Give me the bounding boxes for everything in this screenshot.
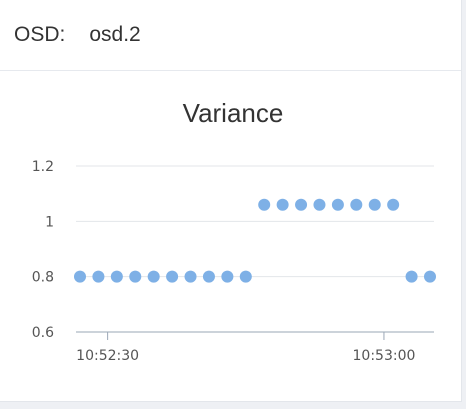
data-point bbox=[92, 270, 105, 283]
y-tick-label: 1.2 bbox=[32, 159, 54, 175]
data-point bbox=[313, 198, 326, 211]
data-point bbox=[331, 198, 344, 211]
data-point bbox=[387, 198, 400, 211]
data-point bbox=[276, 198, 289, 211]
data-point bbox=[405, 270, 418, 283]
y-axis-ticks: 0.6 0.8 1 1.2 bbox=[32, 159, 54, 341]
x-tick-label: 10:53:00 bbox=[353, 348, 416, 364]
data-point bbox=[184, 270, 197, 283]
data-point bbox=[424, 270, 436, 283]
x-tick-label: 10:52:30 bbox=[76, 348, 139, 364]
data-point bbox=[166, 270, 179, 283]
data-point bbox=[368, 198, 381, 211]
y-tick-label: 0.8 bbox=[32, 270, 54, 286]
data-point bbox=[147, 270, 160, 283]
data-point bbox=[350, 198, 363, 211]
data-point bbox=[258, 198, 271, 211]
data-point bbox=[129, 270, 142, 283]
data-point bbox=[202, 270, 215, 283]
data-point bbox=[74, 270, 86, 283]
data-point bbox=[221, 270, 234, 283]
y-tick-label: 0.6 bbox=[32, 325, 54, 341]
grid-lines bbox=[76, 165, 434, 278]
data-point bbox=[110, 270, 123, 283]
data-point bbox=[295, 198, 308, 211]
data-point bbox=[239, 270, 252, 283]
x-axis-ticks: 10:52:30 10:53:00 bbox=[76, 332, 415, 364]
y-tick-label: 1 bbox=[45, 214, 54, 230]
variance-chart: 0.6 0.8 1 1.2 10:52:30 10:53:00 bbox=[32, 159, 436, 364]
data-points bbox=[74, 198, 436, 283]
